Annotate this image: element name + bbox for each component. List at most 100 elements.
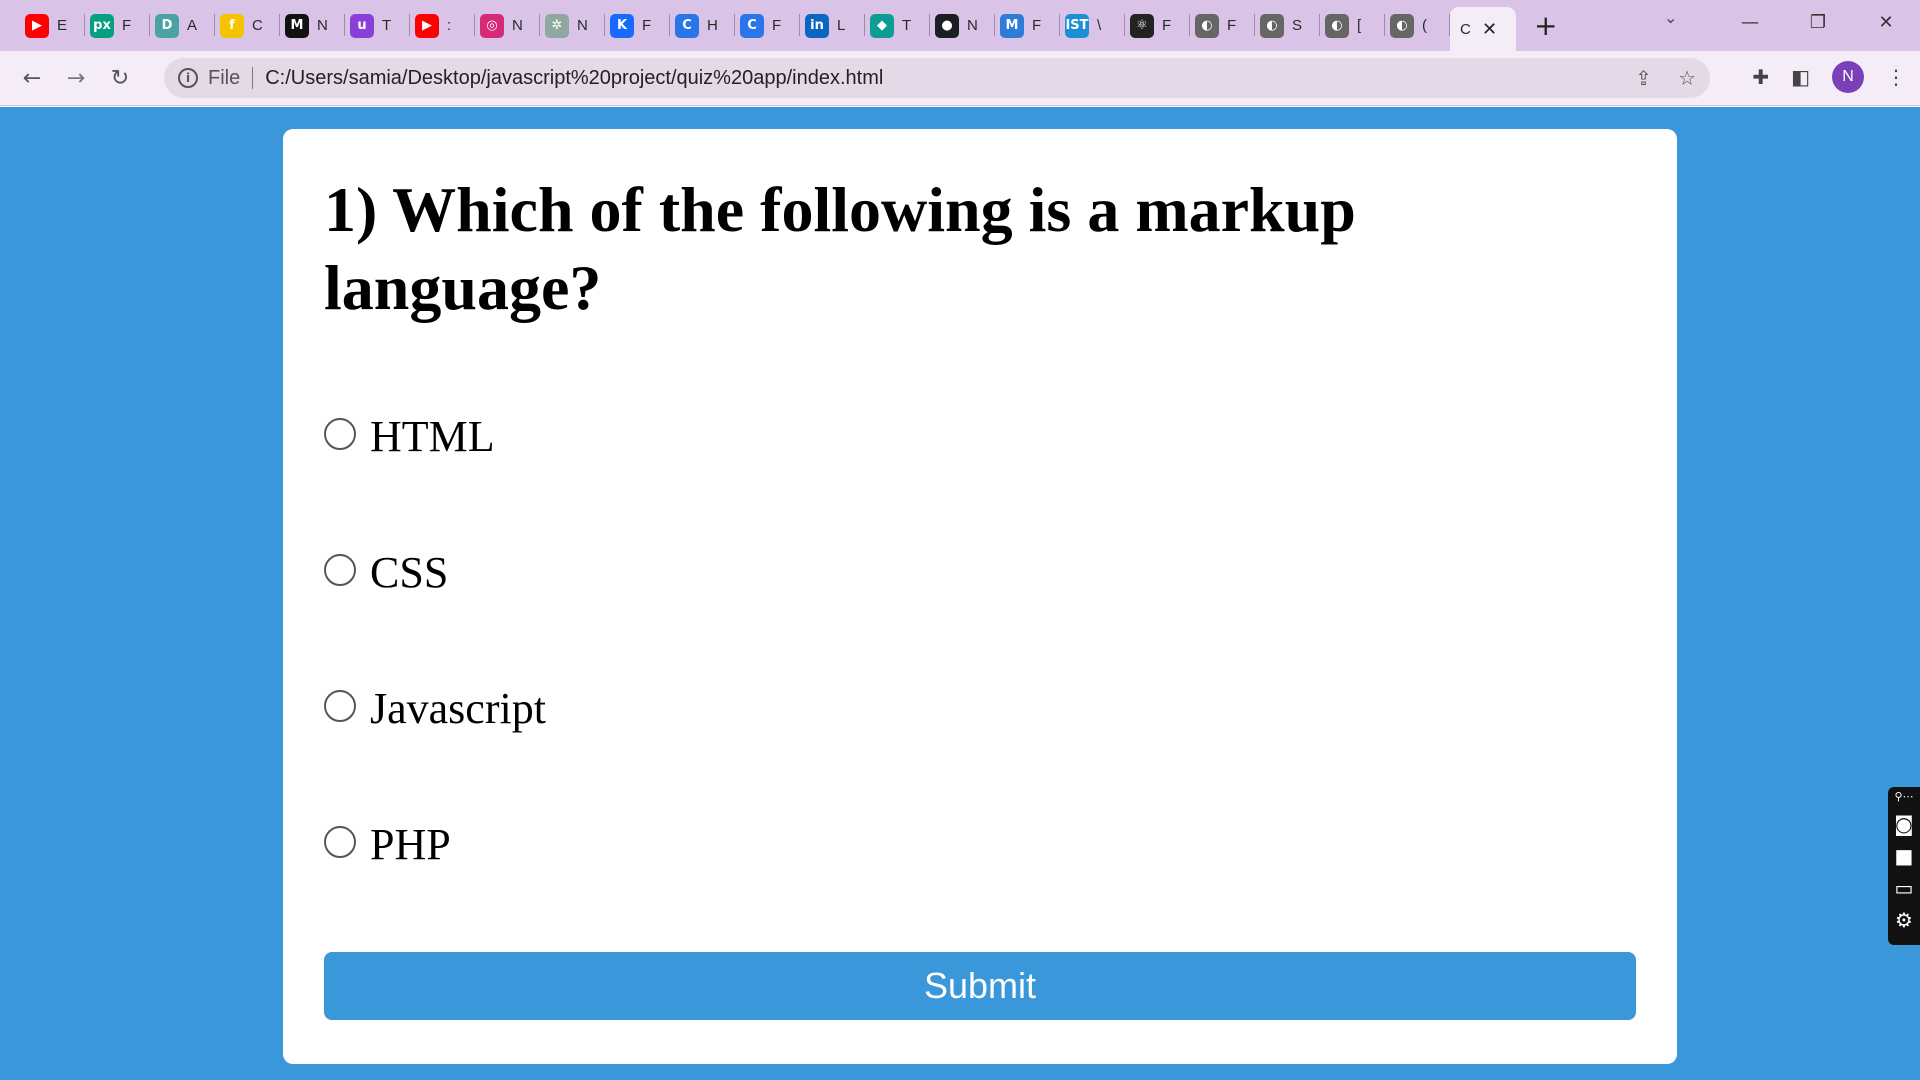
browser-tab[interactable]: in L [800, 0, 865, 51]
new-tab-icon[interactable]: + [1534, 11, 1557, 40]
browser-tab[interactable]: fC [215, 0, 280, 51]
m-app-icon: M [285, 13, 309, 38]
browser-tab[interactable]: ◐( [1385, 0, 1450, 51]
reload-icon[interactable]: ↻ [98, 56, 142, 100]
tab-title: N [512, 17, 522, 34]
browser-tab[interactable]: CH [670, 0, 735, 51]
browser-tab[interactable]: ▶ E [20, 0, 85, 51]
tab-title: F [1162, 17, 1172, 34]
tab-title: F [1032, 17, 1042, 34]
profile-avatar[interactable]: N [1832, 61, 1864, 93]
window-capture-icon[interactable]: ▭ [1895, 877, 1914, 899]
browser-toolbar: ← → ↻ i File C:/Users/samia/Desktop/java… [0, 51, 1920, 106]
radio-button[interactable] [324, 554, 356, 586]
globe-icon: ◐ [1260, 13, 1284, 38]
widget-handle-icon[interactable]: ⚲⋯ [1894, 791, 1913, 803]
browser-tab[interactable]: ◎ N [475, 0, 540, 51]
camera-icon[interactable]: ◙ [1894, 813, 1913, 835]
restore-icon[interactable]: ❐ [1784, 0, 1852, 44]
toolbar-right: ✚ ◧ N ⋮ [1752, 61, 1906, 93]
submit-button[interactable]: Submit [324, 952, 1636, 1020]
browser-tab[interactable]: ◐ F [1190, 0, 1255, 51]
browser-tab[interactable]: ◐[ [1320, 0, 1385, 51]
browser-tab[interactable]: ⚛ F [1125, 0, 1190, 51]
address-url[interactable]: C:/Users/samia/Desktop/javascript%20proj… [265, 67, 883, 90]
c-app-icon: C [740, 13, 764, 38]
page-viewport: 1) Which of the following is a markup la… [0, 107, 1920, 1080]
tab-title: S [1292, 17, 1302, 34]
tab-title: \ [1097, 17, 1102, 34]
tab-search-icon[interactable]: ⌄ [1664, 8, 1677, 27]
tab-title: N [317, 17, 327, 34]
globe-icon: ◐ [1390, 13, 1414, 38]
back-icon[interactable]: ← [10, 56, 54, 100]
address-divider [252, 67, 254, 89]
site-info-icon[interactable]: i [178, 68, 198, 88]
tab-title: [ [1357, 17, 1362, 34]
tab-title: ( [1422, 17, 1427, 34]
tab-title: E [57, 17, 67, 34]
radio-button[interactable] [324, 826, 356, 858]
browser-tab[interactable]: ◆ T [865, 0, 930, 51]
close-tab-icon[interactable]: ✕ [1482, 19, 1497, 40]
browser-tab[interactable]: MF [995, 0, 1060, 51]
close-window-icon[interactable]: ✕ [1852, 0, 1920, 44]
scheme-label: File [208, 66, 241, 89]
browser-tab[interactable]: IST \ [1060, 0, 1125, 51]
active-tab[interactable]: C ✕ [1450, 7, 1516, 51]
answer-label[interactable]: HTML [370, 412, 495, 462]
youtube-icon: ▶ [415, 13, 439, 38]
browser-tab[interactable]: px F [85, 0, 150, 51]
video-camera-icon[interactable]: ■ [1895, 845, 1914, 867]
tab-title: C [1460, 20, 1471, 38]
menu-kebab-icon[interactable]: ⋮ [1886, 65, 1906, 89]
minimize-icon[interactable]: — [1716, 0, 1784, 44]
tab-title: A [187, 17, 197, 34]
tab-title: : [447, 17, 452, 34]
radio-button[interactable] [324, 690, 356, 722]
tab-title: T [902, 17, 912, 34]
radio-button[interactable] [324, 418, 356, 450]
answer-label[interactable]: PHP [370, 820, 451, 870]
tab-title: F [642, 17, 652, 34]
instagram-icon: ◎ [480, 13, 504, 38]
browser-tab[interactable]: MN [280, 0, 345, 51]
pexels-icon: px [90, 13, 114, 38]
address-bar[interactable]: i File C:/Users/samia/Desktop/javascript… [164, 58, 1710, 98]
settings-gear-icon[interactable]: ⚙ [1895, 909, 1913, 931]
tab-title: N [967, 17, 977, 34]
answer-option[interactable]: PHP [324, 820, 546, 956]
tab-title: F [772, 17, 782, 34]
side-panel-icon[interactable]: ◧ [1791, 65, 1810, 89]
answer-list: HTML CSS Javascript PHP [324, 412, 546, 956]
browser-tab[interactable]: KF [605, 0, 670, 51]
extensions-icon[interactable]: ✚ [1752, 65, 1769, 89]
browser-tab[interactable]: DA [150, 0, 215, 51]
d-app-icon: D [155, 13, 179, 38]
bookmark-star-icon[interactable]: ☆ [1678, 66, 1696, 90]
answer-option[interactable]: Javascript [324, 684, 546, 820]
browser-tab[interactable]: CF [735, 0, 800, 51]
browser-tab[interactable]: ▶: [410, 0, 475, 51]
globe-icon: ◐ [1195, 13, 1219, 38]
tab-title: F [1227, 17, 1237, 34]
youtube-icon: ▶ [25, 13, 49, 38]
share-icon[interactable]: ⇪ [1635, 66, 1652, 90]
browser-tab[interactable]: ● N [930, 0, 995, 51]
browser-tab[interactable]: uT [345, 0, 410, 51]
answer-option[interactable]: HTML [324, 412, 546, 548]
mui-icon: M [1000, 13, 1024, 38]
tab-list: ▶ Epx F D Af C M Nu T ▶: ◎ N ✲ N K F C H C Fin L ◆ T ● N M F IST \ ⚛ F… [0, 0, 1557, 51]
github-icon: ● [935, 13, 959, 38]
browser-tab[interactable]: ◐ S [1255, 0, 1320, 51]
tab-title: L [837, 17, 846, 34]
question-title: 1) Which of the following is a markup la… [324, 174, 1356, 323]
u-app-icon: u [350, 13, 374, 38]
answer-option[interactable]: CSS [324, 548, 546, 684]
answer-label[interactable]: CSS [370, 548, 448, 598]
browser-tab[interactable]: ✲ N [540, 0, 605, 51]
tab-strip: ▶ Epx F D Af C M Nu T ▶: ◎ N ✲ N K F C H C Fin L ◆ T ● N M F IST \ ⚛ F… [0, 0, 1920, 51]
tab-title: N [577, 17, 587, 34]
answer-label[interactable]: Javascript [370, 684, 546, 734]
forward-icon[interactable]: → [54, 56, 98, 100]
